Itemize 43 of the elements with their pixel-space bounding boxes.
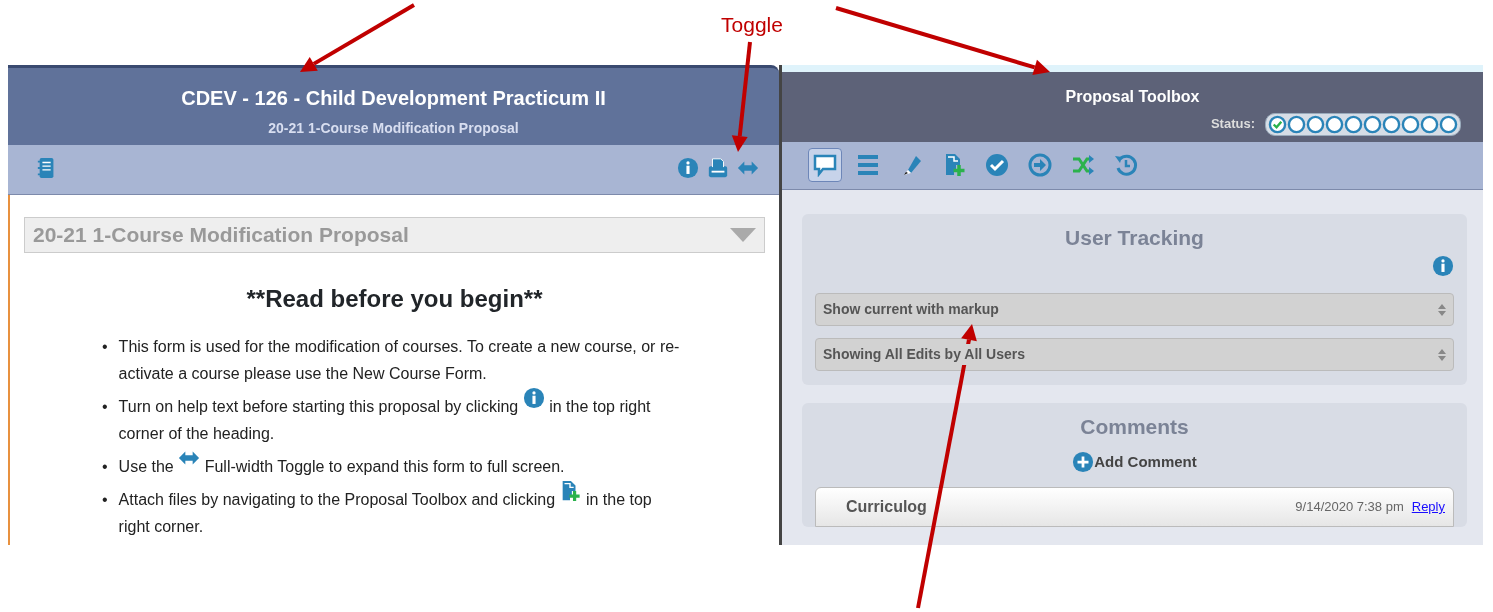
printer-icon	[707, 156, 729, 179]
bullet-text: corner of the heading.	[118, 424, 275, 442]
view-select[interactable]: Show current with markup	[815, 293, 1454, 326]
caret-icon	[730, 227, 756, 242]
bullet-text: right corner.	[118, 517, 204, 535]
toolbox-title: Proposal Toolbox	[1064, 86, 1201, 107]
annotation-label: Toggle	[721, 13, 783, 36]
info-icon	[522, 386, 545, 409]
toolbox-tab[interactable]	[808, 148, 842, 183]
comment-time: 9/14/2020 7:38 pm	[1295, 498, 1404, 517]
plus-icon	[1072, 450, 1095, 473]
history-icon	[1114, 153, 1138, 178]
bullet-marker: •	[102, 489, 108, 510]
instructions-heading: **Read before you begin**	[245, 283, 544, 314]
list-icon	[856, 153, 880, 178]
comment-icon	[813, 153, 837, 178]
bullet-marker: •	[102, 456, 108, 477]
comment-author: Curriculog	[846, 497, 927, 517]
bullet-text: This form is used for the modification of courses. To create a new course, or re-activate a course please use the New Course Form.	[118, 336, 681, 384]
bullet-text: Use the	[118, 457, 174, 475]
bullet-text: Attach files by navigating to the Proposal Toolbox and clicking	[118, 490, 556, 508]
panel-title: Comments	[1079, 414, 1190, 440]
check-icon	[985, 153, 1009, 178]
bullet-text: in the top	[585, 490, 652, 508]
view-select[interactable]: Showing All Edits by All Users	[815, 338, 1454, 371]
select-arrows-icon	[1438, 303, 1446, 316]
reply-link[interactable]: Reply	[1411, 497, 1445, 517]
bullet-marker: •	[102, 396, 108, 417]
bullet-text: Full-width Toggle to expand this form to full screen.	[204, 457, 565, 475]
proposal-subtitle: 20-21 1-Course Modification Proposal	[267, 119, 520, 138]
info-icon	[677, 156, 699, 179]
select-arrows-icon	[1438, 348, 1446, 361]
bullet-text: in the top right	[549, 397, 651, 415]
panel-title: User Tracking	[1064, 224, 1205, 251]
section-title: 20-21 1-Course Modification Proposal	[33, 222, 409, 248]
forward-icon	[1028, 153, 1052, 178]
bullet-text: Turn on help text before starting this proposal by clicking	[118, 397, 519, 415]
shuffle-icon	[1071, 153, 1095, 178]
bullet-marker: •	[102, 336, 108, 357]
proposal-title: CDEV - 126 - Child Development Practicum II	[180, 86, 607, 110]
status-label: Status:	[1210, 115, 1255, 134]
add-comment-button[interactable]: Add Comment	[1072, 450, 1197, 473]
info-icon	[1432, 255, 1454, 277]
